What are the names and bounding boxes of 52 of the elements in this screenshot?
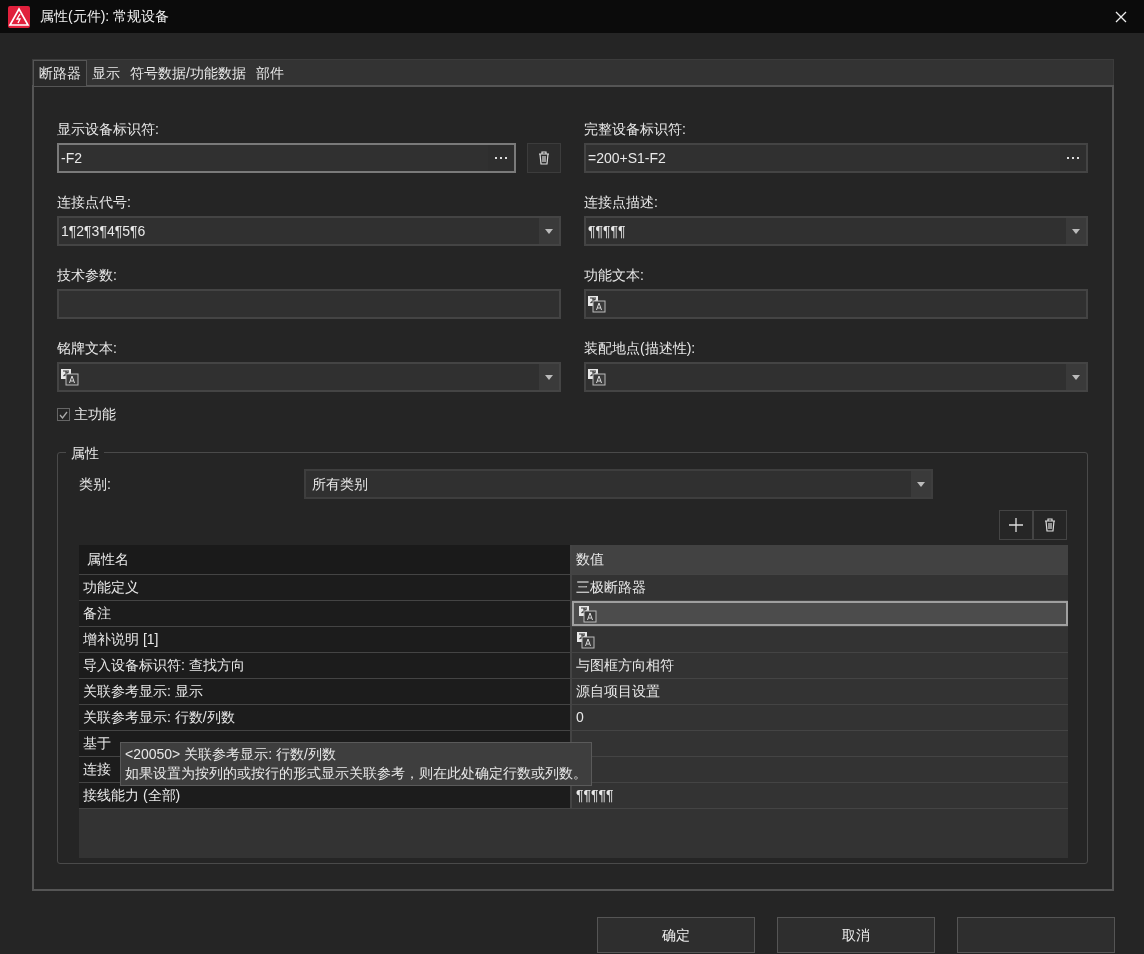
caret-icon [917, 481, 925, 487]
field-label: 装配地点(描述性): [584, 339, 696, 358]
input-field[interactable]: =200+S1-F2 [584, 143, 1088, 173]
field-label: 连接点代号: [57, 193, 131, 212]
delete-button[interactable] [527, 143, 561, 173]
tab[interactable]: 符号数据/功能数据 [125, 60, 251, 86]
dropdown-field[interactable] [584, 362, 1088, 392]
field-label: 显示设备标识符: [57, 120, 159, 139]
field-label: 技术参数: [57, 266, 117, 285]
window-title: 属性(元件): 常规设备 [40, 7, 170, 26]
tab[interactable]: 部件 [250, 60, 289, 86]
delete-icon [1044, 518, 1056, 532]
input-field[interactable] [57, 289, 561, 319]
column-header[interactable]: 数值 [572, 545, 1068, 574]
field-label: 连接点描述: [584, 193, 658, 212]
tab[interactable]: 显示 [87, 60, 125, 86]
delete-button[interactable] [1033, 510, 1067, 540]
ellipsis-icon [1067, 156, 1079, 160]
checkbox-label: 主功能 [74, 405, 116, 424]
field-label: 铭牌文本: [57, 339, 117, 358]
table-cell: 关联参考显示: 行数/列数 [79, 705, 572, 730]
table-cell: 导入设备标识符: 查找方向 [79, 653, 572, 678]
dialog-button[interactable] [957, 917, 1115, 953]
column-header[interactable]: 属性名 [79, 545, 572, 574]
input-field[interactable]: -F2 [57, 143, 516, 173]
table-cell: 功能定义 [79, 575, 572, 600]
caret-icon [545, 374, 553, 380]
category-label: 类别: [79, 474, 112, 494]
add-button[interactable] [999, 510, 1033, 540]
warning-icon [8, 5, 30, 28]
dialog-button[interactable]: 确定 [597, 917, 755, 953]
caret-icon [545, 228, 553, 234]
field-label: 功能文本: [584, 266, 644, 285]
close-icon [1115, 10, 1127, 23]
table-cell: 备注 [79, 601, 572, 626]
category-dropdown[interactable]: 所有类别 [304, 469, 933, 499]
caret-icon [1072, 228, 1080, 234]
table-cell: 关联参考显示: 显示 [79, 679, 572, 704]
input-field[interactable] [584, 289, 1088, 319]
plus-icon [1009, 518, 1023, 532]
table-cell[interactable] [572, 601, 1068, 626]
caret-icon [1072, 374, 1080, 380]
dropdown-field[interactable]: 1¶2¶3¶4¶5¶6 [57, 216, 561, 246]
dropdown-field[interactable]: ¶¶¶¶¶ [584, 216, 1088, 246]
ellipsis-icon [495, 156, 507, 160]
checkbox[interactable] [57, 408, 70, 421]
table-cell: 增补说明 [1] [79, 627, 572, 652]
tab[interactable]: 断路器 [33, 60, 87, 86]
field-label: 完整设备标识符: [584, 120, 686, 139]
dialog-button[interactable]: 取消 [777, 917, 935, 953]
delete-icon [538, 151, 550, 165]
dropdown-field[interactable] [57, 362, 561, 392]
